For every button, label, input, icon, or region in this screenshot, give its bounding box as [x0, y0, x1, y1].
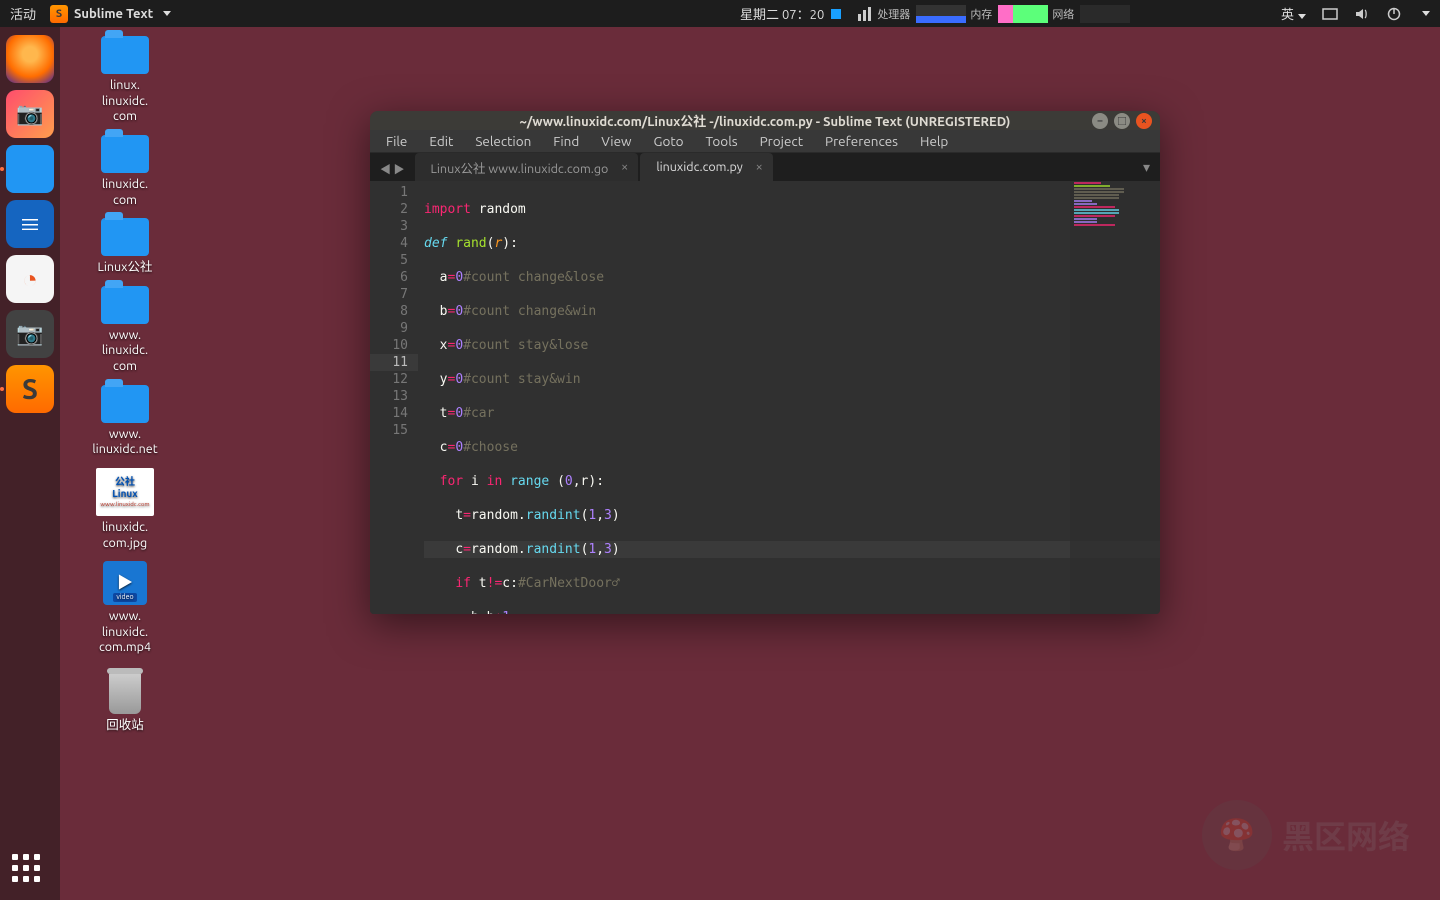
window-titlebar[interactable]: ~/www.linuxidc.com/Linux公社 -/linuxidc.co…	[370, 111, 1160, 130]
dock-files[interactable]	[6, 145, 54, 193]
notification-icon	[831, 9, 841, 19]
mem-monitor[interactable]: 内存	[970, 5, 1048, 23]
dock-ubuntu-software[interactable]: ◔	[6, 255, 54, 303]
volume-icon[interactable]	[1354, 6, 1370, 22]
dock: 📷 ≡ ◔ 📷 S	[0, 27, 60, 900]
folder-icon	[101, 286, 149, 324]
activities-button[interactable]: 活动	[10, 4, 36, 23]
maximize-button[interactable]: □	[1114, 113, 1130, 129]
menubar: File Edit Selection Find View Goto Tools…	[370, 130, 1160, 153]
desktop-folder[interactable]: www. linuxidc.net	[70, 385, 180, 458]
desktop-folder[interactable]: www. linuxidc. com	[70, 286, 180, 375]
minimap[interactable]	[1070, 181, 1160, 614]
desktop-image[interactable]: 公社Linuxwww.linuxidc.com linuxidc. com.jp…	[70, 468, 180, 551]
document-icon: ≡	[19, 208, 41, 240]
menu-file[interactable]: File	[376, 130, 417, 152]
desktop: linux. linuxidc. com linuxidc. com Linux…	[70, 36, 180, 734]
trash-icon	[103, 666, 147, 714]
desktop-trash[interactable]: 回收站	[70, 666, 180, 734]
desktop-folder[interactable]: Linux公社	[70, 218, 180, 276]
desktop-folder[interactable]: linuxidc. com	[70, 135, 180, 208]
line-gutter: 123456789101112131415	[370, 181, 418, 614]
gnome-topbar: 活动 S Sublime Text 星期二 07：20 处理器 内存 网络 英	[0, 0, 1440, 27]
folder-icon	[101, 218, 149, 256]
image-icon: 公社Linuxwww.linuxidc.com	[96, 468, 154, 516]
minimize-button[interactable]: –	[1092, 113, 1108, 129]
folder-icon	[101, 135, 149, 173]
close-icon[interactable]: ×	[756, 160, 763, 174]
dock-libreoffice-writer[interactable]: ≡	[6, 200, 54, 248]
sublime-window: ~/www.linuxidc.com/Linux公社 -/linuxidc.co…	[370, 111, 1160, 614]
mushroom-icon: 🍄	[1202, 800, 1272, 870]
chart-icon	[857, 6, 873, 22]
desktop-folder[interactable]: linux. linuxidc. com	[70, 36, 180, 125]
window-icon[interactable]	[1322, 6, 1338, 22]
menu-selection[interactable]: Selection	[465, 130, 541, 152]
ime-indicator[interactable]: 英	[1281, 4, 1306, 23]
sublime-icon: S	[50, 5, 68, 23]
folder-icon	[101, 385, 149, 423]
sublime-icon: S	[22, 374, 38, 405]
dock-screenshot[interactable]: 📷	[6, 90, 54, 138]
dock-firefox[interactable]	[6, 35, 54, 83]
menu-view[interactable]: View	[591, 130, 641, 152]
tabbar: ◀ ▶ Linux公社 www.linuxidc.com.go× linuxid…	[370, 153, 1160, 181]
watermark: 🍄 黑区网络	[1202, 800, 1410, 870]
menu-help[interactable]: Help	[910, 130, 958, 152]
desktop-video[interactable]: www. linuxidc. com.mp4	[70, 561, 180, 656]
editor-tab[interactable]: linuxidc.com.py×	[640, 153, 773, 181]
menu-edit[interactable]: Edit	[419, 130, 463, 152]
window-title: ~/www.linuxidc.com/Linux公社 -/linuxidc.co…	[520, 111, 1011, 130]
video-icon	[103, 561, 147, 605]
dock-sublime-text[interactable]: S	[6, 365, 54, 413]
chevron-down-icon	[1422, 11, 1430, 16]
menu-find[interactable]: Find	[543, 130, 589, 152]
chevron-down-icon	[163, 11, 171, 16]
code-content[interactable]: import random def rand(r): a=0#count cha…	[418, 181, 1160, 614]
app-menu[interactable]: S Sublime Text	[50, 5, 171, 23]
close-button[interactable]: ×	[1136, 113, 1152, 129]
clock[interactable]: 星期二 07：20 处理器 内存 网络	[740, 4, 1130, 23]
tab-overflow-button[interactable]: ▾	[1143, 159, 1150, 176]
dock-screenshot-tool[interactable]: 📷	[6, 310, 54, 358]
menu-tools[interactable]: Tools	[696, 130, 748, 152]
net-monitor[interactable]: 网络	[1052, 5, 1130, 23]
tab-history-nav[interactable]: ◀ ▶	[370, 161, 415, 181]
power-icon[interactable]	[1386, 6, 1402, 22]
folder-icon	[101, 36, 149, 74]
show-applications-button[interactable]	[12, 854, 46, 888]
editor-tab[interactable]: Linux公社 www.linuxidc.com.go×	[415, 153, 639, 181]
menu-project[interactable]: Project	[750, 130, 813, 152]
cpu-monitor[interactable]: 处理器	[877, 5, 966, 23]
menu-preferences[interactable]: Preferences	[815, 130, 908, 152]
camera-icon: 📷	[16, 101, 43, 127]
menu-goto[interactable]: Goto	[644, 130, 694, 152]
camera-icon: 📷	[16, 321, 43, 347]
editor-area[interactable]: 123456789101112131415 import random def …	[370, 181, 1160, 614]
chevron-down-icon	[1298, 14, 1306, 19]
close-icon[interactable]: ×	[621, 160, 628, 174]
shopping-bag-icon: ◔	[22, 264, 38, 295]
